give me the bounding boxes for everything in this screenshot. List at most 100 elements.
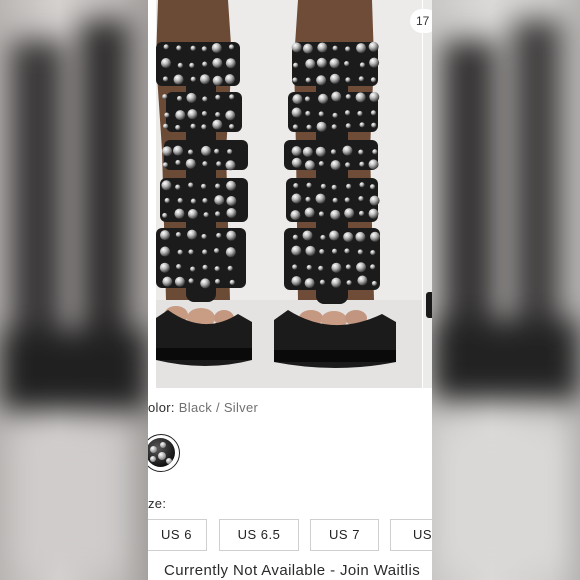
stud-ornament xyxy=(199,74,210,85)
color-label: olor: xyxy=(148,400,175,415)
size-option-us-6[interactable]: US 6 xyxy=(148,519,207,551)
stud-ornament xyxy=(345,94,351,100)
stud-ornament xyxy=(216,161,222,167)
stud-ornament xyxy=(176,95,183,102)
stud-ornament xyxy=(345,264,351,270)
stud-ornament xyxy=(175,184,181,190)
stud-ornament xyxy=(212,75,223,86)
stud-ornament xyxy=(162,276,173,287)
stud-ornament xyxy=(177,62,183,69)
stud-ornament xyxy=(304,278,315,289)
stud-ornament xyxy=(355,92,366,103)
stud-ornament xyxy=(358,76,364,82)
stud-ornament xyxy=(213,248,220,254)
color-selector-label: olor: Black / Silver xyxy=(148,400,258,415)
stud-ornament xyxy=(305,58,316,69)
size-option-next[interactable]: US xyxy=(390,519,432,551)
stud-ornament xyxy=(304,207,315,218)
size-option-us-7[interactable]: US 7 xyxy=(310,519,379,551)
stud-ornament xyxy=(356,43,367,54)
stud-ornament xyxy=(345,46,351,52)
stud-ornament xyxy=(319,249,325,255)
stud-ornament xyxy=(302,146,313,157)
stud-ornament xyxy=(190,123,196,129)
stud-ornament xyxy=(292,264,298,270)
stud-ornament xyxy=(292,94,303,105)
stud-ornament xyxy=(227,148,233,155)
stud-ornament xyxy=(329,58,340,69)
stud-ornament xyxy=(332,197,338,203)
stud-ornament xyxy=(176,45,182,51)
stud-ornament xyxy=(201,145,212,156)
stud-ornament xyxy=(228,44,235,50)
stud-ornament xyxy=(173,145,184,156)
color-swatch-black-silver[interactable] xyxy=(148,434,180,472)
swatch-thumbnail xyxy=(148,438,175,467)
stud-ornament xyxy=(291,42,302,53)
stud-ornament xyxy=(201,46,207,52)
stud-ornament xyxy=(176,263,182,270)
stud-ornament xyxy=(175,159,181,166)
stud-ornament xyxy=(203,212,209,218)
stud-ornament xyxy=(358,210,365,216)
stud-ornament xyxy=(329,73,340,84)
stud-ornament xyxy=(315,193,326,204)
stud-ornament xyxy=(186,92,197,103)
stud-ornament xyxy=(304,160,315,171)
stud-ornament xyxy=(174,208,185,219)
stud-ornament xyxy=(292,234,299,240)
stud-ornament xyxy=(331,184,337,190)
stud-ornament xyxy=(371,280,378,287)
stud-ornament xyxy=(202,61,208,67)
stud-ornament xyxy=(355,231,366,242)
stud-ornament xyxy=(315,146,326,157)
stud-ornament xyxy=(164,197,170,204)
next-image-peek[interactable] xyxy=(423,0,432,388)
stud-ornament xyxy=(160,58,171,69)
stud-ornament xyxy=(225,58,236,69)
stud-ornament xyxy=(291,157,302,168)
stud-ornament xyxy=(331,262,342,273)
stud-ornament xyxy=(185,158,196,169)
stud-ornament xyxy=(226,230,237,241)
stud-ornament xyxy=(293,183,299,189)
stud-ornament xyxy=(229,94,235,100)
stud-ornament xyxy=(344,208,355,219)
stud-ornament xyxy=(162,146,173,157)
stud-ornament xyxy=(344,60,350,67)
stud-ornament xyxy=(342,145,353,156)
stud-ornament xyxy=(345,123,351,129)
stud-ornament xyxy=(305,77,311,83)
stud-ornament xyxy=(344,248,350,254)
stud-ornament xyxy=(331,124,337,130)
size-option-us-6-5[interactable]: US 6.5 xyxy=(219,519,299,551)
stud-ornament xyxy=(214,266,220,272)
stud-ornament xyxy=(368,159,379,170)
stud-ornament xyxy=(189,62,195,68)
availability-waitlist-link[interactable]: Currently Not Available - Join Waitlis xyxy=(164,562,420,579)
stud-ornament xyxy=(368,41,379,52)
stud-ornament xyxy=(160,230,171,241)
stud-ornament xyxy=(224,74,235,85)
product-image[interactable] xyxy=(156,0,422,388)
stud-ornament xyxy=(357,275,368,286)
stud-ornament xyxy=(211,42,222,53)
stud-ornament xyxy=(331,91,342,102)
stud-ornament xyxy=(359,122,365,128)
stud-ornament xyxy=(305,196,311,202)
stud-ornament xyxy=(306,264,312,271)
stud-ornament xyxy=(331,248,338,254)
stud-ornament xyxy=(173,74,184,85)
studded-sandals-illustration xyxy=(156,0,422,388)
stud-ornament xyxy=(359,161,365,167)
stud-ornament xyxy=(162,94,168,100)
stud-ornament xyxy=(317,42,328,53)
stud-ornament xyxy=(316,75,327,86)
stud-ornament xyxy=(163,44,169,50)
stud-ornament xyxy=(330,160,341,171)
stud-ornament xyxy=(229,279,235,285)
stud-ornament xyxy=(201,110,208,117)
stud-ornament xyxy=(344,197,350,203)
stud-ornament xyxy=(346,183,352,190)
stud-ornament xyxy=(357,249,363,255)
